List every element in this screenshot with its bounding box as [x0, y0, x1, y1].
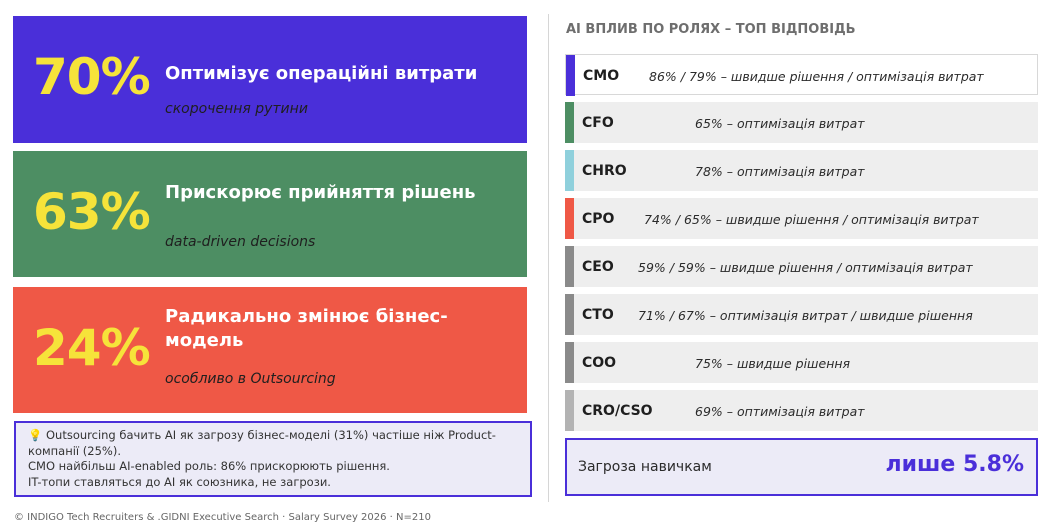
stat-percent: 24% — [33, 319, 151, 377]
role-name: CFO — [582, 115, 614, 131]
role-name: CHRO — [582, 163, 627, 179]
role-description: 75% – швидше рішення — [695, 356, 851, 371]
role-color-bar — [565, 246, 574, 287]
role-color-bar — [565, 342, 574, 383]
role-description: 69% – оптимізація витрат — [695, 404, 865, 419]
role-color-bar — [566, 55, 575, 96]
role-color-bar — [565, 150, 574, 191]
role-row-cto: CTO 71% / 67% – оптимізація витрат / шви… — [565, 294, 1038, 335]
role-row-cro-cso: CRO/CSO 69% – оптимізація витрат — [565, 390, 1038, 431]
role-name: CMO — [583, 68, 620, 84]
stat-card-business-model: 24% Радикально змінює бізнес-модель особ… — [13, 287, 527, 413]
insight-note: 💡 Outsourcing бачить AI як загрозу бізне… — [14, 421, 532, 497]
note-line-3: IT-топи ставляться до AI як союзника, не… — [28, 474, 331, 489]
role-name: CEO — [582, 259, 614, 275]
role-description: 86% / 79% – швидше рішення / оптимізація… — [649, 69, 984, 84]
role-name: CTO — [582, 307, 614, 323]
threat-label: Загроза навичкам — [578, 459, 712, 475]
stat-subtitle: data-driven decisions — [165, 234, 316, 250]
stat-percent: 70% — [33, 48, 151, 106]
panel-divider — [548, 14, 549, 502]
role-description: 59% / 59% – швидше рішення / оптимізація… — [638, 260, 973, 275]
stat-subtitle: скорочення рутини — [165, 101, 308, 117]
role-description: 74% / 65% – швидше рішення / оптимізація… — [644, 212, 979, 227]
role-row-cmo: CMO 86% / 79% – швидше рішення / оптиміз… — [565, 54, 1038, 96]
lightbulb-icon: 💡 — [28, 428, 43, 442]
role-row-cfo: CFO 65% – оптимізація витрат — [565, 102, 1038, 143]
stat-percent: 63% — [33, 183, 151, 241]
skills-threat-box: Загроза навичкам лише 5.8% — [565, 438, 1038, 496]
stat-card-decisions: 63% Прискорює прийняття рішень data-driv… — [13, 151, 527, 277]
roles-heading: AI ВПЛИВ ПО РОЛЯХ – ТОП ВІДПОВІДЬ — [566, 22, 856, 37]
role-row-cpo: CPO 74% / 65% – швидше рішення / оптиміз… — [565, 198, 1038, 239]
threat-value: лише 5.8% — [885, 452, 1025, 477]
role-name: CRO/CSO — [582, 403, 653, 419]
stat-subtitle: особливо в Outsourcing — [165, 371, 336, 387]
stat-title: Оптимізує операційні витрати — [165, 63, 478, 84]
stat-title: Прискорює прийняття рішень — [165, 182, 476, 203]
role-name: CPO — [582, 211, 615, 227]
note-line-2: CMO найбільш AI-enabled роль: 86% приско… — [28, 459, 390, 473]
role-row-ceo: CEO 59% / 59% – швидше рішення / оптиміз… — [565, 246, 1038, 287]
footer-credits: © INDIGO Tech Recruiters & .GIDNI Execut… — [14, 512, 431, 523]
stat-card-costs: 70% Оптимізує операційні витрати скороче… — [13, 16, 527, 143]
role-row-chro: CHRO 78% – оптимізація витрат — [565, 150, 1038, 191]
note-line-1: Outsourcing бачить AI як загрозу бізнес-… — [28, 428, 496, 458]
stat-title: Радикально змінює бізнес-модель — [165, 306, 448, 351]
role-description: 65% – оптимізація витрат — [695, 116, 865, 131]
role-name: COO — [582, 355, 617, 371]
role-row-coo: COO 75% – швидше рішення — [565, 342, 1038, 383]
role-description: 71% / 67% – оптимізація витрат / швидше … — [638, 308, 973, 323]
role-color-bar — [565, 198, 574, 239]
role-color-bar — [565, 390, 574, 431]
role-description: 78% – оптимізація витрат — [695, 164, 865, 179]
role-color-bar — [565, 294, 574, 335]
role-color-bar — [565, 102, 574, 143]
